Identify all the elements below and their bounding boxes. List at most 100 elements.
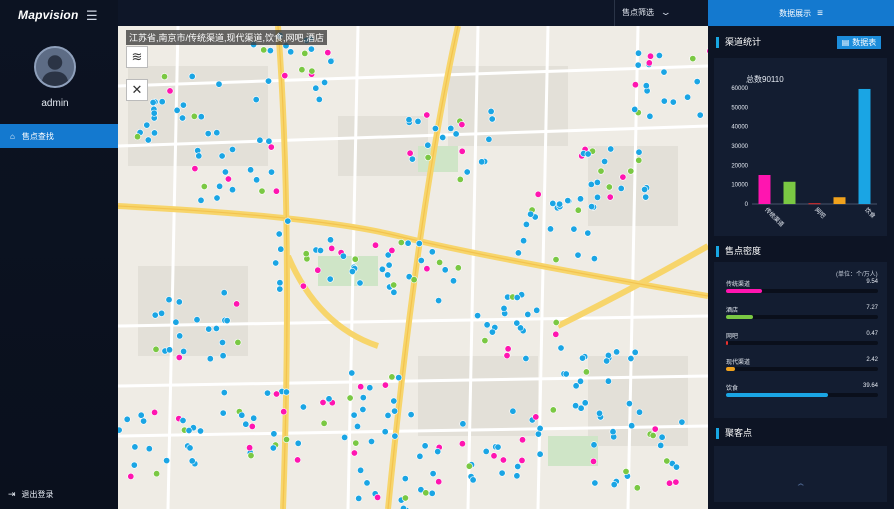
store-marker[interactable] bbox=[578, 354, 586, 362]
store-marker[interactable] bbox=[165, 296, 173, 304]
store-marker[interactable] bbox=[221, 168, 229, 176]
store-marker[interactable] bbox=[294, 439, 302, 447]
store-marker[interactable] bbox=[641, 186, 649, 194]
store-marker[interactable] bbox=[488, 328, 496, 336]
store-marker[interactable] bbox=[693, 78, 701, 86]
avatar[interactable] bbox=[34, 46, 76, 88]
store-marker[interactable] bbox=[634, 49, 642, 57]
store-marker[interactable] bbox=[458, 147, 466, 155]
store-marker[interactable] bbox=[265, 77, 273, 85]
store-marker[interactable] bbox=[549, 199, 557, 207]
store-marker[interactable] bbox=[625, 400, 633, 408]
store-marker[interactable] bbox=[366, 384, 374, 392]
store-marker[interactable] bbox=[459, 420, 467, 428]
store-marker[interactable] bbox=[439, 134, 447, 142]
store-marker[interactable] bbox=[267, 143, 275, 151]
store-marker[interactable] bbox=[498, 469, 506, 477]
store-marker[interactable] bbox=[253, 176, 261, 184]
store-marker[interactable] bbox=[301, 49, 309, 57]
store-marker[interactable] bbox=[351, 255, 359, 263]
store-marker[interactable] bbox=[678, 418, 686, 426]
store-marker[interactable] bbox=[572, 382, 580, 390]
store-marker[interactable] bbox=[205, 325, 213, 333]
store-marker[interactable] bbox=[180, 347, 188, 355]
store-marker[interactable] bbox=[597, 167, 605, 175]
store-marker[interactable] bbox=[264, 389, 272, 397]
store-marker[interactable] bbox=[145, 445, 153, 453]
store-marker[interactable] bbox=[423, 111, 431, 119]
store-marker[interactable] bbox=[130, 461, 138, 469]
store-marker[interactable] bbox=[252, 96, 260, 104]
store-marker[interactable] bbox=[642, 82, 650, 90]
store-marker[interactable] bbox=[282, 388, 290, 396]
store-marker[interactable] bbox=[635, 156, 643, 164]
store-marker[interactable] bbox=[524, 310, 532, 318]
store-marker[interactable] bbox=[663, 457, 671, 465]
store-marker[interactable] bbox=[299, 403, 307, 411]
data-table-button[interactable]: ▤ 数据表 bbox=[837, 36, 881, 49]
store-marker[interactable] bbox=[556, 200, 564, 208]
store-marker[interactable] bbox=[631, 348, 639, 356]
store-marker[interactable] bbox=[179, 101, 187, 109]
store-marker[interactable] bbox=[404, 239, 412, 247]
store-marker[interactable] bbox=[428, 248, 436, 256]
store-marker[interactable] bbox=[628, 422, 636, 430]
store-marker[interactable] bbox=[504, 345, 512, 353]
store-marker[interactable] bbox=[372, 241, 380, 249]
store-marker[interactable] bbox=[634, 61, 642, 69]
store-marker[interactable] bbox=[325, 395, 333, 403]
store-marker[interactable] bbox=[646, 112, 654, 120]
store-marker[interactable] bbox=[381, 381, 389, 389]
store-marker[interactable] bbox=[312, 84, 320, 92]
store-marker[interactable] bbox=[131, 443, 139, 451]
store-marker[interactable] bbox=[572, 402, 580, 410]
store-marker[interactable] bbox=[384, 411, 392, 419]
store-marker[interactable] bbox=[533, 306, 541, 314]
store-marker[interactable] bbox=[452, 130, 460, 138]
store-marker[interactable] bbox=[672, 463, 680, 471]
store-marker[interactable] bbox=[224, 175, 232, 183]
store-marker[interactable] bbox=[238, 411, 246, 419]
store-marker[interactable] bbox=[163, 457, 171, 465]
store-marker[interactable] bbox=[609, 428, 617, 436]
store-marker[interactable] bbox=[584, 150, 592, 158]
store-marker[interactable] bbox=[317, 247, 325, 255]
store-marker[interactable] bbox=[582, 368, 590, 376]
store-marker[interactable] bbox=[315, 95, 323, 103]
store-marker[interactable] bbox=[474, 312, 482, 320]
store-marker[interactable] bbox=[219, 409, 227, 417]
store-marker[interactable] bbox=[256, 136, 264, 144]
store-marker[interactable] bbox=[645, 59, 653, 67]
store-marker[interactable] bbox=[488, 115, 496, 123]
store-marker[interactable] bbox=[532, 413, 540, 421]
store-marker[interactable] bbox=[197, 113, 205, 121]
store-marker[interactable] bbox=[513, 293, 521, 301]
store-marker[interactable] bbox=[190, 112, 198, 120]
store-marker[interactable] bbox=[581, 399, 589, 407]
store-marker[interactable] bbox=[591, 479, 599, 487]
store-marker[interactable] bbox=[385, 261, 393, 269]
store-marker[interactable] bbox=[220, 289, 228, 297]
store-marker[interactable] bbox=[223, 317, 231, 325]
store-marker[interactable] bbox=[665, 479, 673, 487]
store-marker[interactable] bbox=[522, 354, 530, 362]
store-marker[interactable] bbox=[454, 264, 462, 272]
store-marker[interactable] bbox=[213, 129, 221, 137]
store-marker[interactable] bbox=[405, 116, 413, 124]
store-marker[interactable] bbox=[417, 257, 425, 265]
store-marker[interactable] bbox=[320, 419, 328, 427]
store-marker[interactable] bbox=[213, 194, 221, 202]
store-marker[interactable] bbox=[655, 51, 663, 59]
store-marker[interactable] bbox=[151, 408, 159, 416]
store-marker[interactable] bbox=[534, 190, 542, 198]
store-marker[interactable] bbox=[447, 124, 455, 132]
store-marker[interactable] bbox=[350, 411, 358, 419]
store-marker[interactable] bbox=[649, 431, 657, 439]
store-marker[interactable] bbox=[348, 369, 356, 377]
store-marker[interactable] bbox=[416, 452, 424, 460]
store-marker[interactable] bbox=[593, 193, 601, 201]
store-marker[interactable] bbox=[557, 344, 565, 352]
store-marker[interactable] bbox=[607, 145, 615, 153]
store-marker[interactable] bbox=[499, 456, 507, 464]
store-marker[interactable] bbox=[284, 217, 292, 225]
